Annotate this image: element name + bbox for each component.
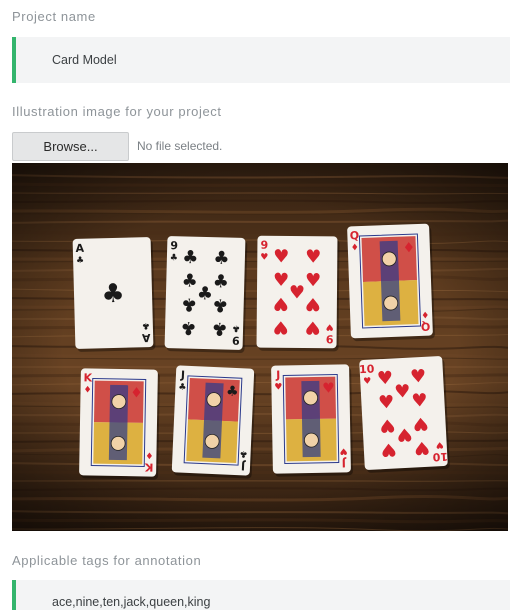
card-suit-icon: ♥ bbox=[326, 321, 334, 331]
card-pip: ♥ bbox=[305, 317, 321, 338]
card-pip: ♥ bbox=[412, 413, 429, 435]
card-rank: 9 bbox=[261, 239, 269, 252]
illustration-label: Illustration image for your project bbox=[12, 104, 222, 119]
playing-card: 10♥10♥♥ ♥♥♥ ♥♥ ♥♥♥ ♥ bbox=[359, 356, 450, 473]
card-rank: Q bbox=[421, 320, 431, 333]
card-pip: ♥ bbox=[411, 390, 428, 412]
card-suit-icon: ♣ bbox=[170, 253, 178, 263]
card-pip: ♣ bbox=[197, 283, 214, 304]
tags-label: Applicable tags for annotation bbox=[12, 553, 202, 568]
card-rank: 10 bbox=[359, 362, 375, 376]
playing-card: A♣A♣♣ bbox=[72, 237, 156, 352]
card-rank: K bbox=[83, 371, 92, 384]
tags-value: ace,nine,ten,jack,queen,king bbox=[52, 595, 211, 609]
court-suit-icon: ♥ bbox=[322, 381, 335, 397]
court-suit-icon: ♦ bbox=[130, 385, 143, 401]
card-pip: ♣ bbox=[213, 248, 230, 269]
card-suit-icon: ♣ bbox=[142, 320, 150, 330]
card-pip: ♥ bbox=[380, 438, 397, 460]
browse-button[interactable]: Browse... bbox=[12, 132, 129, 161]
court-suit-icon: ♦ bbox=[402, 240, 415, 256]
court-face bbox=[111, 394, 127, 410]
file-status: No file selected. bbox=[137, 139, 223, 153]
card-suit-icon: ♦ bbox=[83, 385, 91, 395]
card-pip: ♣ bbox=[211, 318, 228, 339]
card-rank: 9 bbox=[170, 239, 178, 252]
card-rank: K bbox=[144, 460, 153, 473]
card-pip: ♥ bbox=[379, 414, 396, 436]
card-pip: ♥ bbox=[376, 368, 393, 390]
card-suit-icon: ♥ bbox=[260, 253, 268, 263]
card-pip: ♥ bbox=[273, 316, 289, 337]
illustration-preview-image: A♣A♣♣9♣9♣♣ ♣♣ ♣♣♣ ♣♣ ♣9♥9♥♥ ♥♥ ♥♥♥ ♥♥ ♥Q♦Q♦♦K♦K♦… bbox=[12, 163, 508, 531]
card-rank: J bbox=[342, 456, 347, 469]
card-pip: ♥ bbox=[305, 270, 321, 291]
card-suit-icon: ♦ bbox=[351, 243, 359, 253]
project-name-value: Card Model bbox=[52, 53, 117, 67]
court-face bbox=[383, 295, 399, 311]
card-rank: A bbox=[141, 331, 150, 344]
playing-card: Q♦Q♦♦ bbox=[347, 223, 435, 342]
card-suit-icon: ♥ bbox=[274, 382, 282, 392]
card-pip: ♥ bbox=[378, 392, 395, 414]
card-suit-icon: ♥ bbox=[435, 439, 444, 449]
card-pip: ♣ bbox=[182, 247, 199, 268]
card-pip: ♥ bbox=[413, 437, 430, 459]
card-pip: ♥ bbox=[305, 293, 321, 314]
card-suit-icon: ♣ bbox=[239, 448, 248, 458]
card-pip: ♥ bbox=[273, 270, 289, 291]
card-rank: Q bbox=[349, 229, 359, 242]
court-face bbox=[381, 251, 397, 267]
card-suit-icon: ♣ bbox=[76, 256, 84, 266]
court-face bbox=[204, 433, 220, 449]
card-rank: J bbox=[241, 459, 247, 472]
card-suit-icon: ♥ bbox=[339, 445, 347, 455]
card-pip: ♥ bbox=[396, 423, 413, 445]
card-suit-icon: ♦ bbox=[145, 449, 153, 459]
card-pip: ♥ bbox=[410, 366, 427, 388]
playing-card: K♦K♦♦ bbox=[79, 368, 160, 480]
card-pip: ♥ bbox=[305, 247, 321, 268]
court-face bbox=[303, 432, 319, 448]
court-face bbox=[303, 390, 319, 406]
tags-field[interactable]: ace,nine,ten,jack,queen,king bbox=[12, 580, 510, 610]
card-pip: ♥ bbox=[289, 282, 305, 303]
card-pip: ♣ bbox=[180, 317, 197, 338]
card-rank: 9 bbox=[326, 332, 334, 345]
card-suit-icon: ♣ bbox=[232, 323, 240, 333]
court-face bbox=[206, 392, 222, 408]
playing-card: 9♥9♥♥ ♥♥ ♥♥♥ ♥♥ ♥ bbox=[256, 235, 340, 352]
card-rank: A bbox=[75, 242, 84, 255]
card-pip: ♥ bbox=[394, 381, 411, 403]
playing-card: 9♣9♣♣ ♣♣ ♣♣♣ ♣♣ ♣ bbox=[164, 236, 248, 353]
card-rank: 9 bbox=[232, 334, 240, 347]
court-suit-icon: ♣ bbox=[226, 384, 239, 401]
card-pip: ♥ bbox=[273, 293, 289, 314]
court-face bbox=[110, 435, 126, 451]
playing-card: J♣J♣♣ bbox=[171, 365, 256, 479]
project-name-field[interactable]: Card Model bbox=[12, 37, 510, 83]
card-pip: ♣ bbox=[181, 270, 198, 291]
card-rank: J bbox=[275, 369, 280, 382]
card-suit-icon: ♦ bbox=[421, 309, 429, 319]
card-rank: 10 bbox=[432, 450, 448, 464]
card-pip: ♣ bbox=[101, 279, 125, 310]
project-name-label: Project name bbox=[12, 9, 96, 24]
card-suit-icon: ♣ bbox=[178, 382, 187, 392]
card-pip: ♣ bbox=[213, 271, 230, 292]
card-pip: ♣ bbox=[181, 293, 198, 314]
playing-card: J♥J♥♥ bbox=[271, 364, 353, 477]
card-suit-icon: ♥ bbox=[363, 377, 372, 387]
card-pip: ♥ bbox=[273, 246, 289, 267]
card-pip: ♣ bbox=[212, 294, 229, 315]
card-rank: J bbox=[180, 369, 186, 382]
